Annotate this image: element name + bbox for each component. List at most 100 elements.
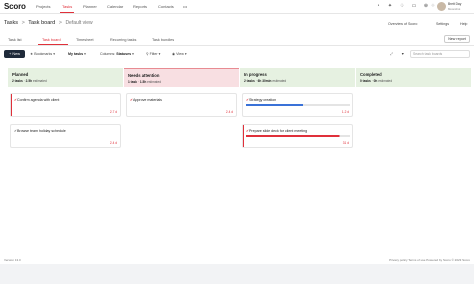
column-hours: 1.5h bbox=[139, 80, 147, 84]
tab-task-board[interactable]: Task board bbox=[42, 38, 61, 42]
settings-link[interactable]: Settings bbox=[436, 22, 449, 26]
column-header: Needs attention 1 task · 1.5h estimated bbox=[124, 68, 239, 87]
columns-value: Statuses bbox=[116, 52, 132, 56]
breadcrumb-root[interactable]: Tasks bbox=[4, 20, 18, 26]
filter-icon[interactable]: ▼ bbox=[401, 52, 405, 56]
board-column-completed: Completed 0 tasks · 0h estimated bbox=[356, 68, 471, 218]
column-task-count: 2 tasks bbox=[12, 79, 23, 83]
add-icon[interactable]: ⊕ bbox=[423, 3, 429, 9]
view-tabs: Task list Task board Timesheet Recurring… bbox=[0, 34, 474, 46]
new-report-button[interactable]: New report bbox=[444, 35, 470, 43]
nav-calendar[interactable]: Calendar bbox=[107, 4, 123, 9]
filter-dropdown[interactable]: ⚲ Filter ▾ bbox=[146, 52, 160, 56]
column-hours-label: estimated bbox=[32, 79, 47, 83]
grid-icon[interactable]: ⁘ bbox=[430, 3, 436, 9]
top-nav: Scoro Projects Tasks Planner Calendar Re… bbox=[0, 0, 474, 14]
tab-task-list[interactable]: Task list bbox=[8, 38, 22, 42]
my-tasks-label: My tasks bbox=[68, 52, 84, 56]
footer-links[interactable]: Privacy policy Terms of use Powered by S… bbox=[389, 258, 470, 262]
column-hours-label: estimated bbox=[272, 79, 287, 83]
nav-tasks[interactable]: Tasks bbox=[62, 4, 72, 9]
page-footer: Version 13.0 Privacy policy Terms of use… bbox=[0, 256, 474, 264]
task-progress-bar bbox=[246, 104, 350, 106]
task-card[interactable]: ✔ Browse team holiday schedule 2.4 d bbox=[10, 124, 121, 148]
task-title: Prepare slide deck for client meeting bbox=[249, 129, 308, 133]
column-header: Planned 2 tasks · 2.5h estimated bbox=[8, 68, 123, 87]
tab-recurring-tasks[interactable]: Recurring tasks bbox=[110, 38, 136, 42]
card-accent bbox=[243, 125, 245, 147]
new-button[interactable]: + New bbox=[4, 50, 25, 58]
task-progress-bar bbox=[246, 135, 350, 137]
tab-timesheet[interactable]: Timesheet bbox=[76, 38, 94, 42]
task-title: Browse team holiday schedule bbox=[17, 129, 66, 133]
board-column-needs-attention: Needs attention 1 task · 1.5h estimated … bbox=[124, 68, 239, 218]
column-task-count: 1 task bbox=[128, 80, 138, 84]
column-title: Needs attention bbox=[128, 73, 160, 78]
board-toolbar: + New ★ Bookmarks ▾ My tasks ▾ Columns: … bbox=[0, 49, 474, 61]
view-selector[interactable]: Default view bbox=[65, 20, 92, 26]
my-tasks-dropdown[interactable]: My tasks ▾ bbox=[68, 52, 86, 56]
filter-label: Filter bbox=[149, 52, 158, 56]
column-hours: 6h 30min bbox=[257, 79, 272, 83]
scoro-logo[interactable]: Scoro bbox=[4, 2, 26, 11]
task-board: Planned 2 tasks · 2.5h estimated ✔ Confi… bbox=[8, 68, 471, 218]
column-title: Completed bbox=[360, 72, 382, 77]
column-meta: 2 tasks · 6h 30min estimated bbox=[244, 79, 287, 83]
task-title: Approve materials bbox=[133, 98, 162, 102]
column-hours: 0h bbox=[373, 79, 378, 83]
chat-icon[interactable]: ▭ bbox=[411, 3, 417, 9]
task-title: Confirm agenda with client bbox=[17, 98, 60, 102]
columns-dropdown[interactable]: Columns: Statuses ▾ bbox=[100, 52, 134, 56]
overview-link[interactable]: Overview of Scoro bbox=[388, 22, 417, 26]
nav-planner[interactable]: Planner bbox=[83, 4, 97, 9]
breadcrumb-separator: > bbox=[58, 20, 62, 26]
board-column-planned: Planned 2 tasks · 2.5h estimated ✔ Confi… bbox=[8, 68, 123, 218]
column-hours: 2.5h bbox=[25, 79, 33, 83]
column-header: Completed 0 tasks · 0h estimated bbox=[356, 68, 471, 87]
page-title: Task board bbox=[28, 20, 56, 26]
column-title: In progress bbox=[244, 72, 267, 77]
card-accent bbox=[11, 94, 13, 116]
tab-task-bundles[interactable]: Task bundles bbox=[152, 38, 174, 42]
task-meta: 2.4 d bbox=[225, 110, 233, 114]
columns-label: Columns: bbox=[100, 52, 116, 56]
column-header: In progress 2 tasks · 6h 30min estimated bbox=[240, 68, 355, 87]
bookmarks-label: Bookmarks bbox=[34, 52, 53, 56]
fullscreen-icon[interactable]: ⤢ bbox=[390, 52, 393, 56]
user-company: Moonshot bbox=[448, 6, 461, 11]
task-card[interactable]: ✔ Prepare slide deck for client meeting … bbox=[242, 124, 353, 148]
bell-icon[interactable]: ♢ bbox=[399, 3, 405, 9]
bulb-icon[interactable]: ✦ bbox=[387, 3, 393, 9]
nav-contacts[interactable]: Contacts bbox=[158, 4, 174, 9]
timer-icon[interactable]: ◔ bbox=[375, 3, 381, 9]
column-meta: 2 tasks · 2.5h estimated bbox=[12, 79, 47, 83]
task-meta: 2.4 d bbox=[109, 141, 117, 145]
bookmarks-dropdown[interactable]: ★ Bookmarks ▾ bbox=[30, 52, 55, 56]
breadcrumb: Tasks > Task board > Default view bbox=[4, 20, 93, 26]
task-title: Strategy creation bbox=[249, 98, 277, 102]
search-input[interactable]: Search task boards bbox=[410, 50, 470, 58]
task-card[interactable]: ✔ Confirm agenda with client 2.7 d bbox=[10, 93, 121, 117]
column-task-count: 0 tasks bbox=[360, 79, 371, 83]
view-label: View bbox=[176, 52, 184, 56]
column-meta: 0 tasks · 0h estimated bbox=[360, 79, 393, 83]
column-task-count: 2 tasks bbox=[244, 79, 255, 83]
nav-reports[interactable]: Reports bbox=[133, 4, 147, 9]
view-dropdown[interactable]: ◉ View ▾ bbox=[172, 52, 187, 56]
page-bottom-area bbox=[0, 264, 474, 284]
breadcrumb-separator: > bbox=[21, 20, 25, 26]
tab-active-indicator bbox=[38, 44, 68, 45]
task-card[interactable]: ✔ Approve materials 2.4 d bbox=[126, 93, 237, 117]
column-hours-label: estimated bbox=[378, 79, 393, 83]
version-label: Version 13.0 bbox=[4, 258, 21, 262]
column-meta: 1 task · 1.5h estimated bbox=[128, 80, 161, 84]
nav-active-indicator bbox=[60, 12, 74, 13]
user-name[interactable]: Brett Day bbox=[448, 2, 461, 6]
avatar[interactable] bbox=[437, 2, 446, 11]
help-link[interactable]: Help bbox=[460, 22, 467, 26]
column-hours-label: estimated bbox=[147, 80, 161, 84]
task-meta: 2.7 d bbox=[109, 110, 117, 114]
task-card[interactable]: ✔ Strategy creation 1.2 d bbox=[242, 93, 353, 117]
nav-projects[interactable]: Projects bbox=[36, 4, 50, 9]
nav-more[interactable]: ••• bbox=[183, 4, 187, 9]
